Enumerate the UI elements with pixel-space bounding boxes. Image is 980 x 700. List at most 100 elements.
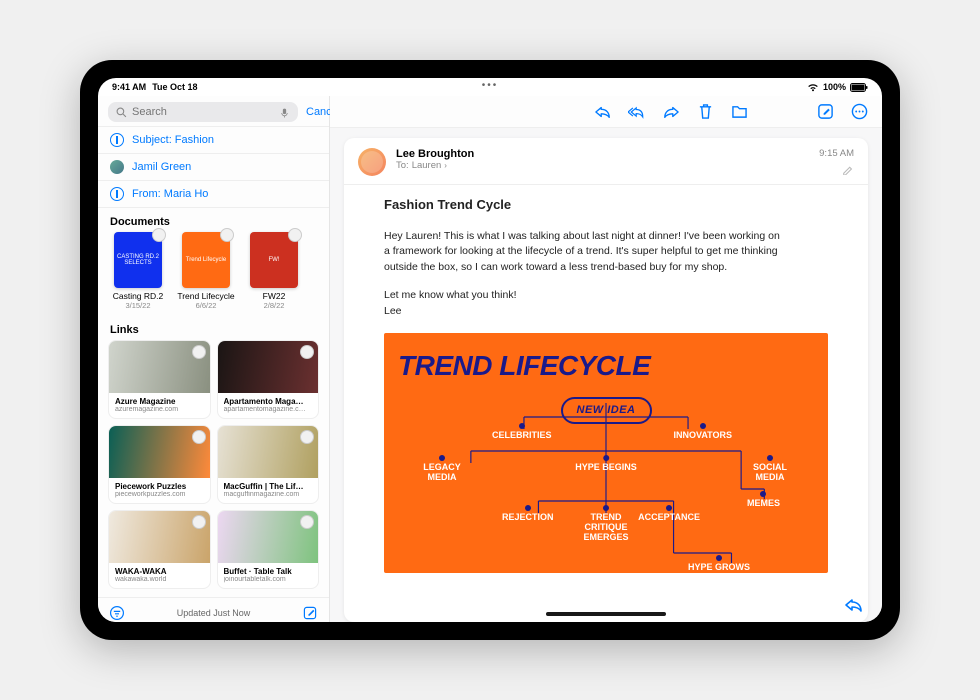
status-time: 9:41 AM — [112, 82, 146, 92]
message-toolbar — [330, 96, 882, 128]
document-date: 3/15/22 — [125, 301, 150, 310]
document-item[interactable]: Trend Lifecycle Trend Lifecycle 6/6/22 — [176, 232, 236, 310]
person-badge-icon — [288, 228, 302, 242]
battery-icon — [850, 83, 868, 92]
clock-icon — [110, 133, 124, 147]
document-thumb: CASTING RD.2 SELECTS — [114, 232, 162, 288]
filter-label: From: Maria Ho — [132, 188, 208, 200]
search-filters: Subject: Fashion Jamil Green From: Maria… — [98, 126, 329, 208]
link-thumb — [218, 426, 319, 478]
forward-button[interactable] — [662, 103, 680, 121]
person-badge-icon — [220, 228, 234, 242]
filter-label: Jamil Green — [132, 161, 191, 173]
person-badge-icon — [192, 345, 206, 359]
search-field[interactable] — [108, 102, 298, 122]
person-badge-icon — [300, 345, 314, 359]
document-label: Casting RD.2 — [113, 291, 164, 301]
mail-sidebar: Cancel Subject: Fashion Jamil Green From… — [98, 96, 330, 622]
link-title: WAKA-WAKA — [115, 567, 204, 576]
move-button[interactable] — [730, 103, 748, 121]
link-url: apartamentomagazine.c… — [224, 406, 313, 413]
recipient-line[interactable]: To: Lauren › — [396, 160, 809, 171]
link-thumb — [109, 426, 210, 478]
document-date: 6/6/22 — [196, 301, 217, 310]
home-indicator[interactable] — [546, 612, 666, 616]
document-label: Trend Lifecycle — [177, 291, 234, 301]
attachment-infographic[interactable]: TREND LIFECYCLE NEW IDEA — [384, 333, 828, 573]
link-card[interactable]: Azure Magazineazuremagazine.com — [108, 340, 211, 419]
floating-reply-button[interactable] — [844, 596, 864, 614]
filter-from-maria[interactable]: From: Maria Ho — [98, 181, 329, 208]
node-legacy-media: LEGACY MEDIA — [412, 455, 472, 483]
links-grid: Azure Magazineazuremagazine.com Apartame… — [98, 340, 329, 597]
sender-name[interactable]: Lee Broughton — [396, 148, 809, 160]
document-thumb: FW! — [250, 232, 298, 288]
infographic-title: TREND LIFECYCLE — [398, 345, 814, 387]
node-innovators: INNOVATORS — [673, 423, 732, 441]
link-url: joinourtabletalk.com — [224, 576, 313, 583]
link-url: wakawaka.world — [115, 576, 204, 583]
message-card: Lee Broughton To: Lauren › 9:15 AM — [344, 138, 868, 622]
filter-label: Subject: Fashion — [132, 134, 214, 146]
link-card[interactable]: Buffet · Table Talkjoinourtabletalk.com — [217, 510, 320, 589]
documents-row: CASTING RD.2 SELECTS Casting RD.2 3/15/2… — [98, 232, 329, 316]
node-celebrities: CELEBRITIES — [492, 423, 552, 441]
link-title: Apartamento Maga… — [224, 397, 313, 406]
node-rejection: REJECTION — [502, 505, 554, 523]
link-thumb — [218, 341, 319, 393]
search-icon — [116, 107, 127, 118]
battery-percent: 100% — [823, 82, 846, 92]
link-card[interactable]: WAKA-WAKAwakawaka.world — [108, 510, 211, 589]
to-name: Lauren — [412, 160, 442, 171]
mic-icon[interactable] — [279, 107, 290, 118]
sidebar-footer: Updated Just Now — [98, 597, 329, 622]
filter-subject[interactable]: Subject: Fashion — [98, 127, 329, 154]
compose-toolbar-button[interactable] — [816, 103, 834, 121]
person-badge-icon — [300, 515, 314, 529]
link-url: macguffinmagazine.com — [224, 491, 313, 498]
document-thumb: Trend Lifecycle — [182, 232, 230, 288]
link-card[interactable]: Apartamento Maga…apartamentomagazine.c… — [217, 340, 320, 419]
node-hype-grows: HYPE GROWS — [688, 555, 750, 573]
multitask-indicator[interactable]: ••• — [482, 80, 499, 91]
status-date: Tue Oct 18 — [152, 82, 197, 92]
link-url: azuremagazine.com — [115, 406, 204, 413]
node-social-media: SOCIAL MEDIA — [740, 455, 800, 483]
edit-draft-icon[interactable] — [842, 163, 854, 175]
sync-status: Updated Just Now — [177, 608, 251, 618]
message-subject: Fashion Trend Cycle — [384, 195, 828, 215]
link-title: Piecework Puzzles — [115, 482, 204, 491]
trash-button[interactable] — [696, 103, 714, 121]
message-pane: Lee Broughton To: Lauren › 9:15 AM — [330, 96, 882, 622]
link-thumb — [109, 341, 210, 393]
message-body: Fashion Trend Cycle Hey Lauren! This is … — [344, 185, 868, 573]
wifi-icon — [807, 83, 819, 92]
link-title: Azure Magazine — [115, 397, 204, 406]
filter-button[interactable] — [108, 604, 126, 622]
document-item[interactable]: CASTING RD.2 SELECTS Casting RD.2 3/15/2… — [108, 232, 168, 310]
person-badge-icon — [300, 430, 314, 444]
sender-avatar[interactable] — [358, 148, 386, 176]
search-input[interactable] — [132, 106, 274, 118]
reply-all-button[interactable] — [628, 103, 646, 121]
person-icon — [110, 160, 124, 174]
message-time: 9:15 AM — [819, 148, 854, 159]
compose-button[interactable] — [301, 604, 319, 622]
link-title: Buffet · Table Talk — [224, 567, 313, 576]
link-thumb — [218, 511, 319, 563]
person-badge-icon — [152, 228, 166, 242]
link-card[interactable]: MacGuffin | The Lif…macguffinmagazine.co… — [217, 425, 320, 504]
filter-person-jamil[interactable]: Jamil Green — [98, 154, 329, 181]
more-button[interactable] — [850, 103, 868, 121]
chevron-right-icon: › — [444, 161, 447, 170]
node-memes: MEMES — [747, 491, 780, 509]
document-date: 2/8/22 — [264, 301, 285, 310]
infographic-new-idea-pill: NEW IDEA — [561, 397, 652, 424]
link-card[interactable]: Piecework Puzzlespieceworkpuzzles.com — [108, 425, 211, 504]
document-label: FW22 — [263, 291, 286, 301]
link-url: pieceworkpuzzles.com — [115, 491, 204, 498]
link-title: MacGuffin | The Lif… — [224, 482, 313, 491]
reply-button[interactable] — [594, 103, 612, 121]
body-paragraph: Hey Lauren! This is what I was talking a… — [384, 229, 784, 276]
document-item[interactable]: FW! FW22 2/8/22 — [244, 232, 304, 310]
